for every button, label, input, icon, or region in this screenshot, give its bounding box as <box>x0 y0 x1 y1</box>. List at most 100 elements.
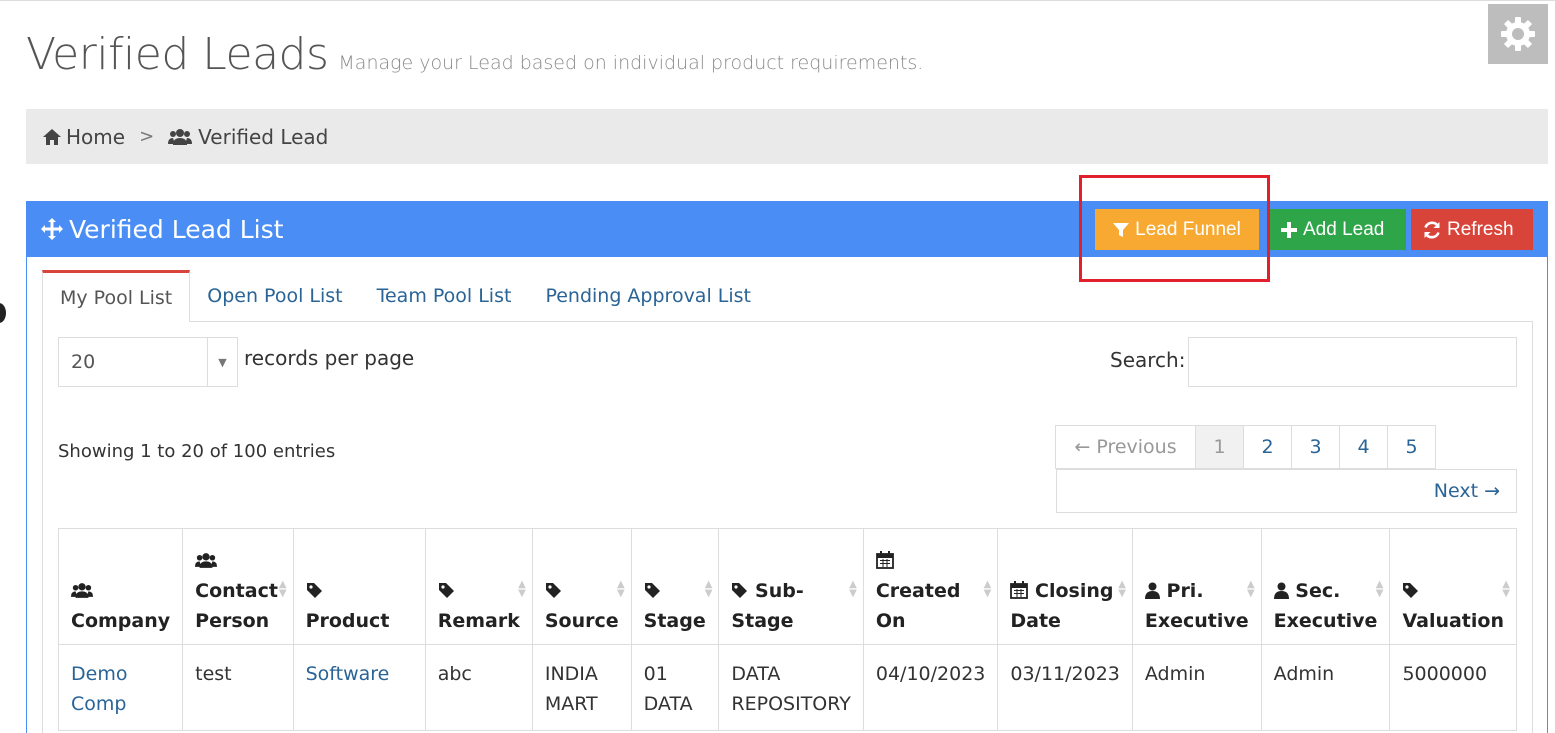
tag-icon <box>545 582 562 599</box>
column-header[interactable]: Remark ▲ ▼ <box>424 528 533 645</box>
table-cell: abc <box>424 644 533 731</box>
column-header-label: Stage <box>643 610 706 632</box>
search-label: Search: <box>1110 348 1186 372</box>
pagination-page-5[interactable]: 5 <box>1387 425 1436 469</box>
column-header-line1: Closing <box>1035 580 1114 602</box>
list-tabs: My Pool List Open Pool List Team Pool Li… <box>42 270 1533 322</box>
column-header-line1: Created <box>875 580 961 602</box>
column-header-line1: Sub- <box>755 580 804 602</box>
tag-icon <box>438 582 455 599</box>
users-icon <box>71 582 93 599</box>
table-cell-link[interactable]: Demo Comp <box>57 644 184 731</box>
page-subtitle: Manage your Lead based on individual pro… <box>338 52 924 74</box>
tab-open-pool-list[interactable]: Open Pool List <box>190 270 359 321</box>
column-header[interactable]: Sub- Stage ▲ ▼ <box>718 528 864 645</box>
sort-icon: ▲ ▼ <box>983 579 992 599</box>
add-lead-label: Add Lead <box>1303 218 1385 240</box>
table-header-row: Company Contact Person ▲ ▼ Product Remark ▲ ▼ So… <box>57 528 1517 645</box>
tab-my-pool-list[interactable]: My Pool List <box>42 270 191 322</box>
page-title: Verified Leads <box>26 29 329 80</box>
table-cell: 01 DATA <box>630 644 720 731</box>
pagination-next[interactable]: Next → <box>1056 469 1517 513</box>
sort-icon: ▲ ▼ <box>849 579 857 599</box>
column-header-label: Date <box>1010 610 1061 632</box>
lead-funnel-button[interactable]: Lead Funnel <box>1095 209 1259 250</box>
table-cell: Admin <box>1131 644 1262 731</box>
column-header-label: Executive <box>1144 610 1249 632</box>
page-header: Verified Leads Manage your Lead based on… <box>26 29 923 80</box>
users-icon <box>195 552 218 569</box>
table-cell: 03/11/2023 <box>997 644 1133 731</box>
refresh-button[interactable]: Refresh <box>1411 209 1533 250</box>
settings-button[interactable] <box>1488 4 1548 64</box>
filter-icon <box>1113 222 1130 238</box>
records-per-page-select[interactable]: 20 ▼ <box>58 337 238 387</box>
column-header[interactable]: Stage ▲ ▼ <box>630 528 720 645</box>
refresh-icon <box>1423 221 1441 239</box>
add-lead-button[interactable]: Add Lead <box>1269 209 1406 250</box>
lead-funnel-label: Lead Funnel <box>1135 218 1241 240</box>
column-header[interactable]: Contact Person ▲ ▼ <box>182 528 294 645</box>
column-header-label: Remark <box>437 610 520 632</box>
sort-icon: ▲ ▼ <box>518 579 526 599</box>
column-header[interactable]: Sec. Executive ▲ ▼ <box>1260 528 1391 645</box>
table-cell: Admin <box>1260 644 1391 731</box>
breadcrumb-separator: > <box>139 126 155 147</box>
breadcrumb-current: Verified Lead <box>198 124 329 149</box>
column-header-line1: Pri. <box>1166 580 1204 602</box>
column-header[interactable]: Closing Date ▲ ▼ <box>997 528 1133 645</box>
table-row[interactable]: Demo Comp test Software abc INDIA MART 01 DAT… <box>57 644 1517 731</box>
column-header-label: Source <box>544 610 619 632</box>
pagination-page-2[interactable]: 2 <box>1243 425 1292 469</box>
table-cell: INDIA MART <box>531 644 632 731</box>
pagination: ← Previous 1 2 3 4 5 <box>1055 425 1436 469</box>
sort-icon: ▲ ▼ <box>1246 579 1255 599</box>
side-toggle-handle[interactable] <box>0 303 6 323</box>
breadcrumb-home-link[interactable]: Home <box>66 125 125 149</box>
users-icon <box>168 128 193 146</box>
gear-icon <box>1501 17 1535 51</box>
calendar-icon <box>1010 581 1029 599</box>
plus-icon <box>1281 221 1297 238</box>
pagination-previous[interactable]: ← Previous <box>1055 425 1196 469</box>
move-icon[interactable] <box>41 218 63 240</box>
tab-team-pool-list[interactable]: Team Pool List <box>360 270 529 321</box>
column-header[interactable]: Pri. Executive ▲ ▼ <box>1131 528 1262 645</box>
column-header[interactable]: Product <box>292 528 426 645</box>
table-cell: 5000000 <box>1389 644 1517 731</box>
table-info: Showing 1 to 20 of 100 entries <box>58 441 336 462</box>
leads-table: Company Contact Person ▲ ▼ Product Remark ▲ ▼ So… <box>57 528 1517 731</box>
panel-header: Verified Lead List Lead Funnel Add Lead … <box>27 201 1547 257</box>
sort-icon: ▲ ▼ <box>1375 579 1384 599</box>
table-cell: 04/10/2023 <box>862 644 999 731</box>
sort-icon: ▲ ▼ <box>278 579 287 599</box>
pagination-page-4[interactable]: 4 <box>1339 425 1388 469</box>
records-per-page-label: records per page <box>244 346 415 370</box>
column-header-label: On <box>875 610 906 632</box>
chevron-down-icon: ▼ <box>207 338 237 386</box>
search-input[interactable] <box>1188 337 1517 387</box>
column-header-label: Valuation <box>1402 610 1504 632</box>
refresh-label: Refresh <box>1447 218 1514 240</box>
table-cell: test <box>182 644 294 731</box>
sort-icon: ▲ ▼ <box>1502 579 1510 599</box>
records-per-page-value: 20 <box>71 351 96 373</box>
column-header[interactable]: Created On ▲ ▼ <box>862 528 999 645</box>
column-header[interactable]: Company <box>57 528 184 645</box>
column-header[interactable]: Source ▲ ▼ <box>531 528 632 645</box>
pagination-page-1[interactable]: 1 <box>1195 425 1244 469</box>
calendar-icon <box>875 551 894 569</box>
column-header-line1: Sec. <box>1295 580 1341 602</box>
tag-icon <box>306 582 323 599</box>
sort-icon: ▲ ▼ <box>704 579 713 599</box>
table-cell: DATA REPOSITORY <box>718 644 864 731</box>
user-icon <box>1144 582 1160 599</box>
user-icon <box>1273 582 1289 599</box>
column-header-label: Product <box>305 610 390 632</box>
sort-icon: ▲ ▼ <box>1118 579 1126 599</box>
column-header[interactable]: Valuation ▲ ▼ <box>1389 528 1517 645</box>
table-cell-link[interactable]: Software <box>292 644 426 731</box>
tab-pending-approval-list[interactable]: Pending Approval List <box>528 270 768 321</box>
home-icon <box>42 128 62 146</box>
pagination-page-3[interactable]: 3 <box>1291 425 1340 469</box>
